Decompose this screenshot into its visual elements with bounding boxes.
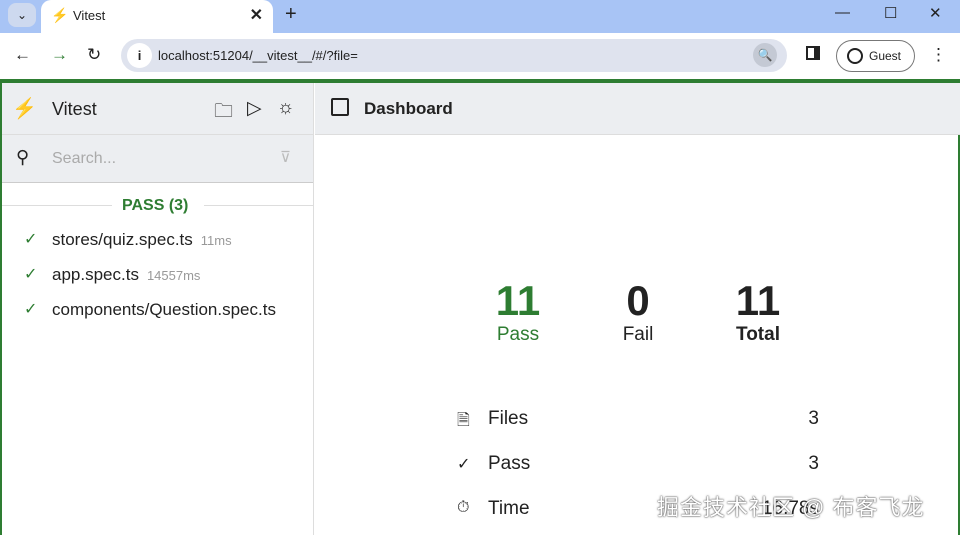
check-icon: ✓ [24, 266, 38, 283]
files-row: 🗎 Files 3 [457, 406, 819, 436]
browser-tab[interactable]: ⚡ Vitest ✕ [41, 0, 273, 33]
file-name: stores/quiz.spec.ts [52, 230, 193, 249]
divider [204, 205, 314, 206]
app-title: Vitest [52, 99, 97, 119]
new-tab-button[interactable]: + [285, 3, 297, 26]
person-icon [847, 48, 863, 64]
minimize-button[interactable]: — [835, 4, 850, 21]
stat-value: 0 [626, 277, 650, 324]
file-name: app.spec.ts [52, 265, 139, 284]
forward-button[interactable]: → [51, 45, 68, 65]
file-name: components/Question.spec.ts [52, 300, 276, 319]
row-value: 3 [808, 453, 819, 474]
close-window-button[interactable]: ✕ [929, 4, 942, 22]
reload-button[interactable]: ↻ [87, 45, 101, 65]
list-item[interactable]: ✓ app.spec.ts 14557ms [2, 259, 313, 294]
duration: 14557ms [146, 268, 201, 283]
file-icon: 🗎 [457, 412, 470, 429]
maximize-button[interactable]: ☐ [884, 4, 897, 22]
side-panel-icon[interactable] [806, 46, 820, 60]
watermark: 掘金技术社区 @ 布客飞龙 [657, 495, 925, 520]
main-header: Dashboard [315, 83, 960, 135]
row-label: Time [488, 498, 530, 519]
list-item[interactable]: ✓ stores/quiz.spec.ts 11ms [2, 224, 313, 259]
theme-toggle-icon[interactable]: ☼ [277, 97, 294, 119]
pass-group-header: PASS (3) [2, 183, 314, 229]
stat-fail: 0 Fail [588, 278, 688, 346]
vitest-favicon: ⚡ [51, 7, 69, 23]
vitest-app: ⚡ Vitest 🗀 ▷ ☼ ⚲ Search... ⊽ PASS (3) ✓ s… [0, 83, 960, 535]
menu-icon[interactable]: ⋮ [930, 45, 947, 65]
sidebar-header: ⚡ Vitest 🗀 ▷ ☼ [2, 83, 313, 135]
search-bar: ⚲ Search... ⊽ [2, 135, 313, 183]
stat-value: 11 [735, 277, 781, 324]
close-tab-icon[interactable]: ✕ [250, 5, 263, 25]
pass-row: ✓ Pass 3 [457, 451, 819, 481]
dashboard-icon [331, 98, 349, 116]
stat-value: 11 [495, 277, 541, 324]
play-icon[interactable]: ▷ [247, 97, 262, 120]
profile-label: Guest [869, 49, 902, 63]
stat-label: Pass [496, 324, 540, 345]
tab-search-button[interactable]: ⌄ [8, 3, 36, 27]
address-bar[interactable]: i localhost:51204/__vitest__/#/?file= 🔍 [121, 39, 787, 72]
profile-button[interactable]: Guest [836, 40, 915, 72]
stat-label: Fail [622, 324, 654, 345]
check-icon: ✓ [24, 231, 38, 248]
stat-pass: 11 Pass [468, 278, 568, 346]
site-info-icon[interactable]: i [127, 43, 152, 68]
stat-total: 11 Total [708, 278, 808, 346]
vitest-logo: ⚡ [12, 98, 37, 120]
search-icon: ⚲ [16, 147, 30, 167]
main-panel: Dashboard 11 Pass 0 Fail 11 Total 🗎 Files 3 ✓… [315, 83, 960, 535]
timer-icon: ⏱ [457, 499, 470, 516]
page-title: Dashboard [364, 99, 453, 118]
duration: 11ms [200, 233, 232, 248]
url-text[interactable]: localhost:51204/__vitest__/#/?file= [158, 48, 358, 63]
filter-clear-icon[interactable]: ⊽ [280, 148, 291, 166]
search-input[interactable]: Search... [52, 150, 116, 168]
browser-toolbar: ← → ↻ i localhost:51204/__vitest__/#/?fi… [0, 33, 960, 79]
open-folder-icon[interactable]: 🗀 [214, 97, 233, 129]
list-item[interactable]: ✓ components/Question.spec.ts [2, 294, 313, 329]
back-button[interactable]: ← [14, 45, 31, 65]
zoom-icon[interactable]: 🔍 [753, 43, 777, 67]
tab-title: Vitest [73, 8, 106, 23]
row-label: Files [488, 408, 529, 429]
check-icon: ✓ [457, 456, 471, 473]
row-label: Pass [488, 453, 531, 474]
browser-tabbar: ⌄ ⚡ Vitest ✕ + — ☐ ✕ [0, 0, 960, 33]
group-label: PASS (3) [122, 197, 189, 214]
sidebar: ⚡ Vitest 🗀 ▷ ☼ ⚲ Search... ⊽ PASS (3) ✓ s… [2, 83, 314, 535]
row-value: 3 [808, 408, 819, 429]
stat-label: Total [736, 324, 780, 345]
check-icon: ✓ [24, 301, 38, 318]
divider [2, 205, 112, 206]
